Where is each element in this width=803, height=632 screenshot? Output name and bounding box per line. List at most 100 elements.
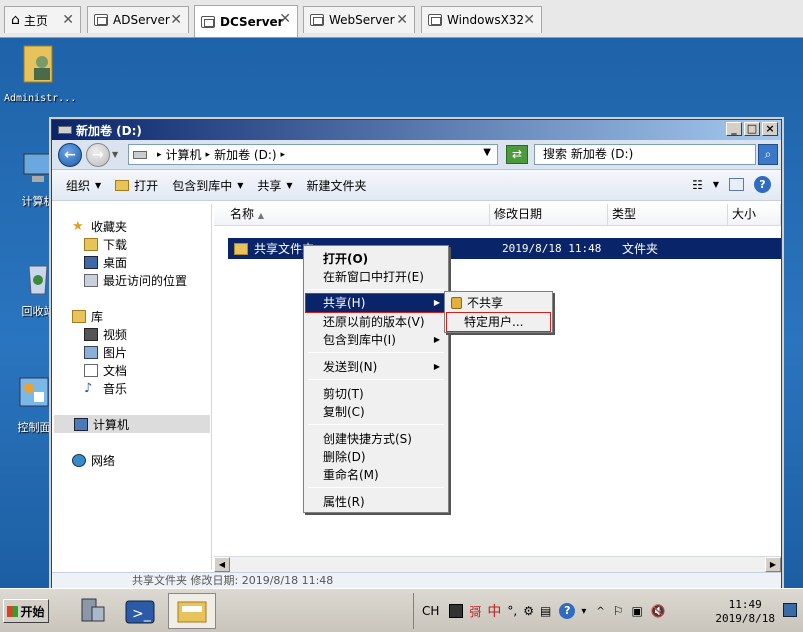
nav-desktop[interactable]: 桌面 [84,254,127,271]
search-input[interactable]: 搜索 新加卷 (D:) [534,144,756,165]
nav-videos[interactable]: 视频 [84,326,127,343]
submenu-arrow-icon: ▶ [433,298,440,307]
nav-computer[interactable]: 计算机 [54,415,210,433]
ime-mode-icon[interactable]: 彁 [469,603,481,620]
scroll-left-icon[interactable]: ◀ [214,557,230,572]
ime-softkeyboard-icon[interactable]: ▤ [540,604,551,618]
desktop-icon-administrator[interactable]: Administr... [4,40,76,104]
volume-muted-icon[interactable]: 🔇 [651,604,666,618]
menu-item-create-shortcut[interactable]: 创建快捷方式(S) [306,430,446,448]
desktop-icon-control-panel[interactable]: 控制面 [14,376,54,435]
videos-icon [84,328,98,341]
menu-item-delete[interactable]: 删除(D) [306,448,446,466]
nav-downloads[interactable]: 下载 [84,236,127,253]
taskbar-server-manager[interactable] [70,593,114,629]
ime-settings-icon[interactable]: ⚙ [523,604,534,618]
chevron-down-icon[interactable]: ▼ [713,180,719,189]
svg-text:>_: >_ [132,606,152,622]
ime-keyboard-icon[interactable] [449,604,464,618]
nav-documents[interactable]: 文档 [84,362,127,379]
close-icon[interactable]: ✕ [396,12,408,28]
preview-pane-icon[interactable] [729,178,744,191]
column-header-size[interactable]: 大小 [728,204,781,225]
submenu-item-no-share[interactable]: 不共享 [447,294,550,312]
breadcrumb-separator-icon: ▸ [280,149,286,160]
menu-item-rename[interactable]: 重命名(M) [306,466,446,484]
star-icon: ★ [72,219,84,234]
nav-label: 收藏夹 [91,220,128,234]
action-center-flag-icon[interactable]: ⚐ [613,604,624,618]
new-folder-button[interactable]: 新建文件夹 [307,177,367,194]
include-in-library-button[interactable]: 包含到库中 ▼ [172,177,243,194]
show-desktop-button[interactable] [783,603,797,617]
menu-item-cut[interactable]: 剪切(T) [306,385,446,403]
organize-button[interactable]: 组织 ▼ [66,177,101,194]
history-dropdown-icon[interactable]: ▼ [112,150,118,159]
scroll-right-icon[interactable]: ▶ [765,557,781,572]
tab-windowsx32[interactable]: WindowsX32 ✕ [421,6,542,33]
menu-label: 发送到(N) [323,360,378,374]
close-icon[interactable]: ✕ [523,12,535,28]
menu-item-open[interactable]: 打开(O) [306,250,446,268]
clock[interactable]: 11:49 2019/8/18 [715,598,775,626]
menu-item-copy[interactable]: 复制(C) [306,403,446,421]
close-icon[interactable]: ✕ [279,11,291,27]
start-button[interactable]: 开始 [3,599,49,623]
search-icon[interactable]: ⌕ [758,144,778,165]
refresh-button[interactable]: ⇄ [506,145,528,164]
nav-favorites[interactable]: ★ 收藏夹 [72,218,127,235]
language-indicator[interactable]: CH [422,604,439,618]
breadcrumb-volume[interactable]: 新加卷 (D:) [214,146,276,163]
menu-item-share[interactable]: 共享(H) ▶ [305,293,447,313]
nav-label: 桌面 [103,256,128,270]
menu-item-properties[interactable]: 属性(R) [306,493,446,511]
horizontal-scrollbar[interactable]: ◀ ▶ [214,556,781,572]
tab-adserver[interactable]: ADServer ✕ [87,6,189,33]
nav-network[interactable]: 网络 [72,452,115,469]
close-icon[interactable]: ✕ [170,12,182,28]
taskbar-powershell[interactable]: >_ [118,593,162,629]
nav-pictures[interactable]: 图片 [84,344,127,361]
forward-button[interactable]: → [86,142,110,167]
breadcrumb-computer[interactable]: 计算机 [166,146,202,163]
tab-home[interactable]: ⌂ 主页 ✕ [4,6,81,33]
help-icon[interactable]: ? [754,176,771,193]
close-button[interactable]: × [762,122,778,136]
back-button[interactable]: ← [58,142,82,167]
taskbar-explorer[interactable] [168,593,216,629]
column-header-type[interactable]: 类型 [608,204,728,225]
view-options-icon[interactable]: ☷ [692,178,703,192]
maximize-button[interactable]: □ [744,122,760,136]
open-button[interactable]: 打开 [115,177,158,194]
close-icon[interactable]: ✕ [62,12,74,28]
ime-punctuation-icon[interactable]: °, [507,604,517,618]
menu-item-send-to[interactable]: 发送到(N) ▶ [306,358,446,376]
network-tray-icon[interactable]: ▣ [632,604,643,618]
nav-libraries[interactable]: 库 [72,308,103,325]
menu-item-open-new-window[interactable]: 在新窗口中打开(E) [306,268,446,286]
show-hidden-icons-icon[interactable]: ^ [596,606,604,617]
submenu-item-specific-users[interactable]: 特定用户... [446,312,551,332]
column-header-name[interactable]: 名称 ▲ [214,204,490,225]
ime-chinese-indicator[interactable]: 中 [487,601,501,621]
drive-icon [58,126,72,134]
file-modified: 2019/8/18 11:48 [502,242,602,255]
sort-ascending-icon: ▲ [257,211,264,220]
nav-recent-places[interactable]: 最近访问的位置 [84,272,187,289]
vm-icon [310,14,324,26]
help-icon[interactable]: ? [559,603,576,619]
address-dropdown-icon[interactable]: ▼ [483,147,491,158]
ime-menu-icon[interactable]: ▾ [581,606,586,617]
share-button[interactable]: 共享 ▼ [257,177,292,194]
tab-dcserver[interactable]: DCServer ✕ [194,5,298,37]
menu-item-include-library[interactable]: 包含到库中(I) ▶ [306,331,446,349]
window-titlebar[interactable]: 新加卷 (D:) _ □ × [52,120,781,140]
taskbar: 开始 >_ CH 彁 中 °, ⚙ ▤ ? ▾ ^ ⚐ ▣ 🔇 11:49 20… [0,588,803,632]
column-header-modified[interactable]: 修改日期 [490,204,608,225]
nav-music[interactable]: ♪ 音乐 [84,380,127,397]
clock-date: 2019/8/18 [715,612,775,625]
menu-item-restore-versions[interactable]: 还原以前的版本(V) [306,313,446,331]
minimize-button[interactable]: _ [726,122,742,136]
tab-webserver[interactable]: WebServer ✕ [303,6,415,33]
address-box[interactable]: ▸ 计算机 ▸ 新加卷 (D:) ▸ ▼ [128,144,498,165]
